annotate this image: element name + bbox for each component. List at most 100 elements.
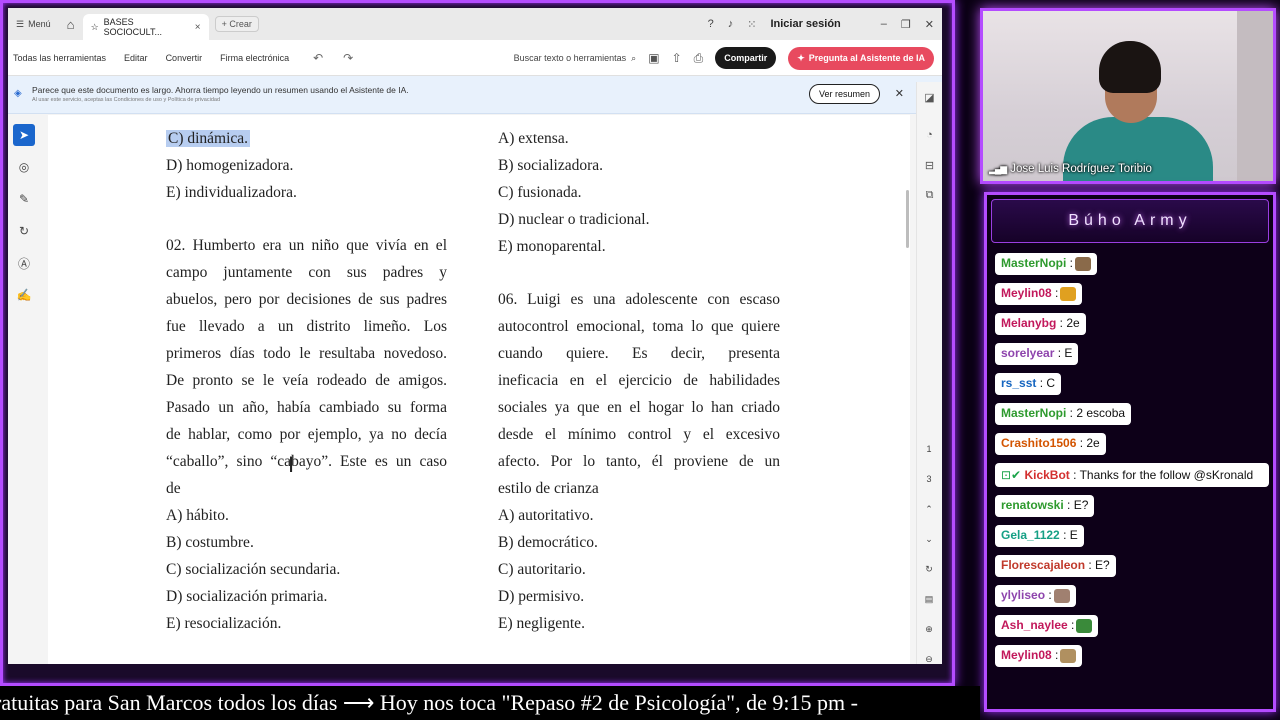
chat-message-row: Melanybg : 2e — [995, 313, 1273, 343]
chat-username[interactable]: rs_sst — [1001, 376, 1036, 390]
option-text: D) permisivo. — [498, 588, 585, 605]
chat-message-row: sorelyear : E — [995, 343, 1273, 373]
option-text: B) democrático. — [498, 534, 598, 551]
chat-emote-icon — [1060, 648, 1077, 663]
zoom-in-icon[interactable]: ⊕ — [916, 614, 942, 644]
document-tab[interactable]: ☆ BASES SOCIOCULT... × — [82, 14, 209, 40]
banner-close-icon[interactable]: ✕ — [895, 87, 904, 100]
lasso-icon[interactable]: ↻ — [13, 220, 35, 242]
chat-username[interactable]: ylyliseo — [1001, 588, 1045, 602]
chat-text: : E? — [1085, 558, 1110, 572]
ai-info-icon: ◈ — [14, 88, 22, 99]
chat-message-row: Gela_1122 : E — [995, 525, 1273, 555]
bookmark-icon[interactable]: ⊟ — [917, 150, 942, 180]
view-summary-button[interactable]: Ver resumen — [808, 84, 880, 104]
question-line: 06. Luigi es una adolescente con escaso — [498, 291, 780, 308]
chat-emote-icon — [1053, 588, 1070, 603]
comments-icon[interactable]: ◔ — [917, 120, 942, 150]
chat-message: Crashito1506 : 2e — [995, 433, 1106, 455]
chat-username[interactable]: Meylin08 — [1001, 648, 1052, 662]
chat-username[interactable]: Ash_naylee — [1001, 618, 1068, 632]
option-text: E) individualizadora. — [166, 184, 297, 201]
pages-icon[interactable]: ⧉ — [917, 180, 942, 210]
option-text: E) monoparental. — [498, 238, 606, 255]
current-page[interactable]: 1 — [916, 434, 942, 464]
pen-icon[interactable]: ✎ — [13, 188, 35, 210]
redo-icon[interactable]: ↷ — [343, 51, 353, 65]
refresh-icon[interactable]: ↻ — [916, 554, 942, 584]
chat-username[interactable]: Crashito1506 — [1001, 436, 1076, 450]
chat-message-row: renatowski : E? — [995, 495, 1273, 525]
question-line: campo juntamente con sus padres y — [166, 264, 447, 281]
question-line: abuelos, pero por decisiones de sus padr… — [166, 291, 447, 308]
option-text: B) costumbre. — [166, 534, 254, 551]
upload-cloud-icon[interactable]: ⇧ — [672, 51, 682, 65]
chat-username[interactable]: Meylin08 — [1001, 286, 1052, 300]
chat-username[interactable]: sorelyear — [1001, 346, 1054, 360]
ai-assistant-button[interactable]: ✦ Pregunta al Asistente de IA — [788, 46, 934, 70]
share-button[interactable]: Compartir — [715, 47, 777, 69]
chat-username[interactable]: Gela_1122 — [1001, 528, 1060, 542]
option-text: A) hábito. — [166, 507, 229, 524]
chat-username[interactable]: MasterNopi — [1001, 406, 1066, 420]
question-line: cuando quiere. Es decir, presenta — [498, 345, 780, 362]
chat-frame: Búho Army MasterNopi : Meylin08 : Melanybg… — [984, 192, 1276, 712]
ai-assistant-icon[interactable]: ◪ — [917, 82, 942, 112]
chat-username[interactable]: Melanybg — [1001, 316, 1056, 330]
text-box-icon[interactable]: Ⓐ — [13, 252, 35, 274]
signature-icon[interactable]: ✍ — [13, 284, 35, 306]
question-line: afecto. Por lo tanto, él proviene de un — [498, 453, 780, 470]
menu-esign[interactable]: Firma electrónica — [220, 53, 289, 63]
minimize-icon[interactable]: – — [881, 18, 887, 30]
bot-badge-icon: ⊡✔ — [1001, 468, 1025, 482]
apps-grid-icon[interactable]: ⁙ — [747, 18, 756, 31]
selected-option[interactable]: C) dinámica. — [166, 130, 251, 147]
close-window-icon[interactable]: ✕ — [925, 18, 934, 31]
menu-all-tools[interactable]: Todas las herramientas — [13, 53, 106, 63]
save-icon[interactable]: ▣ — [648, 51, 659, 65]
chat-username[interactable]: MasterNopi — [1001, 256, 1066, 270]
chat-message: Florescajaleon : E? — [995, 555, 1116, 577]
option-text: E) resocialización. — [166, 615, 282, 632]
comment-icon[interactable]: ◎ — [13, 156, 35, 178]
chat-emote-icon — [1075, 256, 1092, 271]
pdf-reader-window: ☰ Menú ⌂ ☆ BASES SOCIOCULT... × + Crear … — [8, 8, 942, 664]
undo-icon[interactable]: ↶ — [313, 51, 323, 65]
notification-icon[interactable]: ♪ — [728, 18, 734, 30]
ai-assistant-label: Pregunta al Asistente de IA — [808, 53, 925, 63]
chat-username[interactable]: Florescajaleon — [1001, 558, 1085, 572]
banner-terms[interactable]: Al usar este servicio, aceptas las Condi… — [32, 97, 220, 103]
home-icon[interactable]: ⌂ — [59, 17, 83, 32]
question-line: De pronto se le veía rodeado de amigos. — [166, 372, 447, 389]
print-icon[interactable]: ⎙ — [694, 51, 704, 66]
help-icon[interactable]: ? — [708, 18, 714, 30]
chevron-down-icon[interactable]: ⌄ — [916, 524, 942, 554]
banner-message: Parece que este documento es largo. Ahor… — [32, 85, 409, 95]
main-toolbar: Todas las herramientas Editar Convertir … — [8, 40, 942, 76]
select-cursor-icon[interactable]: ➤ — [13, 124, 35, 146]
chat-message-row: Meylin08 : — [995, 283, 1273, 313]
new-tab-button[interactable]: + Crear — [214, 16, 259, 32]
zoom-out-icon[interactable]: ⊖ — [916, 644, 942, 664]
chat-message-row: MasterNopi : — [995, 253, 1273, 283]
search-label: Buscar texto o herramientas — [513, 53, 627, 63]
menu-edit[interactable]: Editar — [124, 53, 148, 63]
maximize-icon[interactable]: ❐ — [901, 18, 911, 31]
plus-icon: + — [221, 19, 227, 29]
search-icon: ⌕ — [631, 52, 637, 63]
chevron-up-icon[interactable]: ⌃ — [916, 494, 942, 524]
close-tab-icon[interactable]: × — [195, 22, 201, 33]
question-line: de hablar, como por ejemplo, ya no decía — [166, 426, 447, 443]
menu-convert[interactable]: Convertir — [166, 53, 203, 63]
chat-username[interactable]: renatowski — [1001, 498, 1064, 512]
star-icon[interactable]: ☆ — [91, 22, 99, 33]
vertical-scrollbar[interactable] — [906, 190, 909, 248]
document-icon[interactable]: ▤ — [916, 584, 942, 614]
search-tools-field[interactable]: Buscar texto o herramientas ⌕ — [514, 53, 637, 64]
chat-username[interactable]: KickBot — [1024, 468, 1069, 482]
pdf-page: C) dinámica. D) homogenizadora. E) indiv… — [48, 115, 910, 664]
question-line: desde el mínimo control y el excesivo — [498, 426, 780, 443]
signin-button[interactable]: Iniciar sesión — [770, 18, 840, 30]
menu-button[interactable]: ☰ Menú — [8, 19, 59, 30]
webcam-wall — [1237, 11, 1273, 181]
